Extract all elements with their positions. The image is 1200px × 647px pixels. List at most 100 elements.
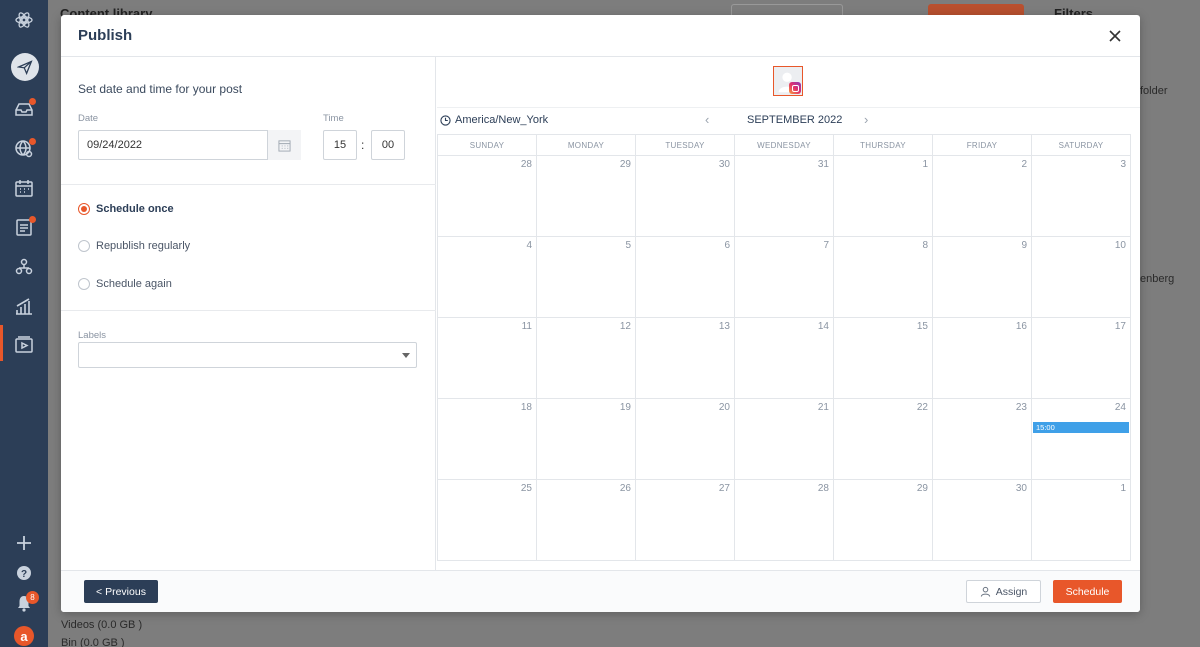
day-number: 19	[619, 402, 631, 413]
logo-icon[interactable]	[12, 8, 36, 32]
schedule-settings-pane: Set date and time for your post Date 09/…	[61, 57, 436, 570]
minute-field[interactable]: 00	[371, 130, 405, 160]
radio-unselected-icon[interactable]	[78, 240, 90, 252]
next-month-icon[interactable]: ›	[864, 112, 868, 127]
previous-button[interactable]: < Previous	[84, 580, 158, 603]
calendar-day[interactable]: 13	[636, 318, 735, 398]
day-number: 20	[718, 402, 730, 413]
calendar-day[interactable]: 9	[933, 237, 1032, 317]
modal-footer: < Previous Assign Schedule	[61, 570, 1140, 612]
calendar-day[interactable]: 1	[834, 156, 933, 236]
help-icon[interactable]: ?	[12, 561, 36, 585]
calendar-grid: SUNDAY MONDAY TUESDAY WEDNESDAY THURSDAY…	[437, 134, 1131, 561]
calendar-day[interactable]: 4	[438, 237, 537, 317]
day-number: 10	[1114, 240, 1126, 251]
day-number: 14	[817, 321, 829, 332]
analytics-icon[interactable]	[12, 294, 36, 318]
weekday-monday: MONDAY	[537, 135, 636, 155]
calendar-day[interactable]: 6	[636, 237, 735, 317]
month-label: SEPTEMBER 2022	[747, 114, 843, 126]
day-number: 28	[817, 483, 829, 494]
calendar-day[interactable]: 29	[537, 156, 636, 236]
day-number: 1	[1120, 483, 1126, 494]
chevron-down-icon	[402, 353, 410, 358]
calendar-day[interactable]: 25	[438, 480, 537, 560]
team-icon[interactable]	[12, 255, 36, 279]
day-number: 12	[619, 321, 631, 332]
calendar-day[interactable]: 1	[1032, 480, 1131, 560]
prev-month-icon[interactable]: ‹	[705, 112, 709, 127]
radio-selected-icon[interactable]	[78, 203, 90, 215]
calendar-toolbar: America/New_York ‹ SEPTEMBER 2022 ›	[437, 107, 1140, 131]
day-number: 15	[916, 321, 928, 332]
calendar-week: 28 29 30 31 1 2 3	[438, 156, 1131, 237]
calendar-day[interactable]: 3	[1032, 156, 1131, 236]
calendar-day[interactable]: 29	[834, 480, 933, 560]
active-nav-indicator	[0, 325, 3, 361]
radio-republish-regularly[interactable]: Republish regularly	[78, 240, 190, 252]
radio-schedule-once[interactable]: Schedule once	[78, 203, 174, 215]
instagram-account-avatar[interactable]	[773, 66, 803, 96]
calendar-day[interactable]: 17	[1032, 318, 1131, 398]
close-icon[interactable]	[1106, 27, 1124, 45]
calendar-day[interactable]: 12	[537, 318, 636, 398]
add-icon[interactable]	[12, 531, 36, 555]
timezone-label: America/New_York	[455, 114, 549, 126]
instagram-icon	[789, 82, 801, 94]
calendar-day[interactable]: 5	[537, 237, 636, 317]
calendar-day[interactable]: 11	[438, 318, 537, 398]
assign-button[interactable]: Assign	[966, 580, 1041, 603]
svg-text:?: ?	[21, 569, 27, 580]
day-number: 26	[619, 483, 631, 494]
calendar-day[interactable]: 30	[933, 480, 1032, 560]
assign-label: Assign	[995, 585, 1028, 598]
calendar-day[interactable]: 8	[834, 237, 933, 317]
scheduled-post-event[interactable]: 15:00	[1033, 422, 1129, 433]
hour-field[interactable]: 15	[323, 130, 357, 160]
tasks-icon[interactable]	[12, 215, 36, 239]
calendar-day[interactable]: 16	[933, 318, 1032, 398]
day-number: 30	[1015, 483, 1027, 494]
time-separator: :	[361, 138, 365, 152]
calendar-day[interactable]: 28	[735, 480, 834, 560]
calendar-day[interactable]: 20	[636, 399, 735, 479]
calendar-day[interactable]: 30	[636, 156, 735, 236]
calendar-day[interactable]: 23	[933, 399, 1032, 479]
radio-unselected-icon[interactable]	[78, 278, 90, 290]
day-number: 8	[922, 240, 928, 251]
calendar-day[interactable]: 15	[834, 318, 933, 398]
calendar-day[interactable]: 26	[537, 480, 636, 560]
radio-label: Republish regularly	[96, 240, 191, 252]
calendar-day[interactable]: 31	[735, 156, 834, 236]
calendar-day[interactable]: 27	[636, 480, 735, 560]
calendar-day[interactable]: 2	[933, 156, 1032, 236]
weekday-saturday: SATURDAY	[1032, 135, 1131, 155]
calendar-picker-icon[interactable]	[267, 130, 301, 160]
calendar-day[interactable]: 28	[438, 156, 537, 236]
calendar-day[interactable]: 14	[735, 318, 834, 398]
calendar-nav-icon[interactable]	[12, 176, 36, 200]
calendar-day[interactable]: 10	[1032, 237, 1131, 317]
calendar-day[interactable]: 7	[735, 237, 834, 317]
calendar-day[interactable]: 22	[834, 399, 933, 479]
inbox-icon[interactable]	[12, 97, 36, 121]
weekday-wednesday: WEDNESDAY	[735, 135, 834, 155]
content-library-icon[interactable]	[12, 332, 36, 356]
user-icon	[980, 586, 990, 597]
nav-rail: ? 8 a	[0, 0, 48, 647]
radio-label: Schedule again	[96, 278, 172, 290]
calendar-day[interactable]: 21	[735, 399, 834, 479]
listening-globe-icon[interactable]	[12, 137, 36, 161]
calendar-day[interactable]: 24 15:00	[1032, 399, 1131, 479]
calendar-day[interactable]: 18	[438, 399, 537, 479]
radio-label: Schedule once	[96, 203, 174, 215]
radio-schedule-again[interactable]: Schedule again	[78, 278, 172, 290]
weekday-tuesday: TUESDAY	[636, 135, 735, 155]
calendar-day[interactable]: 19	[537, 399, 636, 479]
publish-nav-icon[interactable]	[11, 53, 39, 81]
calendar-week: 25 26 27 28 29 30 1	[438, 480, 1131, 561]
weekday-thursday: THURSDAY	[834, 135, 933, 155]
schedule-button[interactable]: Schedule	[1053, 580, 1122, 603]
section-title: Set date and time for your post	[78, 82, 243, 96]
labels-select[interactable]	[78, 342, 417, 368]
